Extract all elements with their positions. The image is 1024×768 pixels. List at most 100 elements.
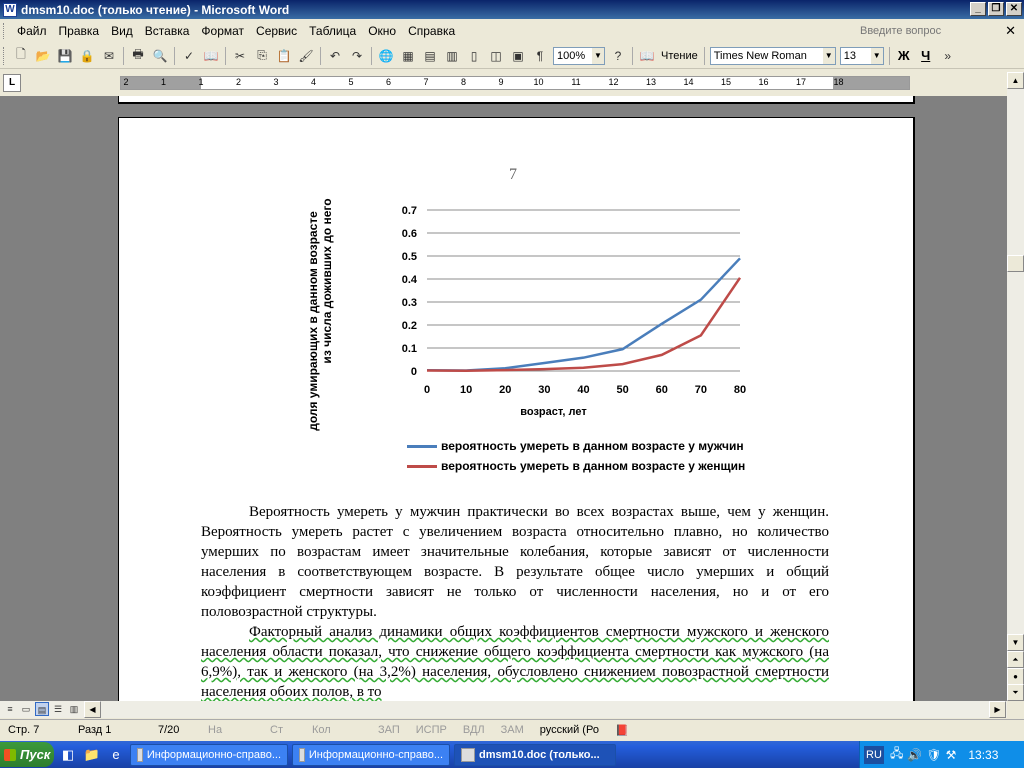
help-icon[interactable]: ? (608, 46, 628, 66)
menu-window[interactable]: Окно (362, 24, 402, 38)
status-ext[interactable]: ВДЛ (455, 724, 493, 736)
status-language[interactable]: русский (Ро (532, 724, 607, 736)
font-select[interactable]: Times New Roman ▼ (709, 46, 836, 65)
tray-app-icon[interactable]: ⚒ (946, 748, 957, 762)
show-formatting-icon[interactable]: ¶ (530, 46, 550, 66)
browse-object-icon[interactable]: ● (1007, 668, 1024, 685)
help-question-input[interactable]: Введите вопрос (856, 22, 996, 40)
format-painter-icon[interactable]: 🖌 (296, 46, 316, 66)
document-page[interactable]: 7 0 0.1 0.2 0.3 0.4 0.5 0.6 0.7 0 10 20 30 40 50 60 70 8… (118, 117, 915, 701)
menu-format[interactable]: Формат (195, 24, 250, 38)
outline-view-icon[interactable]: ☰ (51, 702, 65, 716)
columns-icon[interactable]: ▯ (464, 46, 484, 66)
document-map-icon[interactable]: ▣ (508, 46, 528, 66)
x-tick-label: 20 (499, 384, 511, 396)
maximize-button[interactable]: ❐ (988, 2, 1004, 16)
menu-table[interactable]: Таблица (303, 24, 362, 38)
start-button[interactable]: Пуск (0, 742, 54, 767)
vertical-scrollbar[interactable]: ▲ ▼ ⏶ ● ⏷ (1007, 72, 1024, 701)
scroll-up-icon[interactable]: ▲ (1007, 72, 1024, 89)
redo-icon[interactable]: ↷ (347, 46, 367, 66)
font-size-select[interactable]: 13 ▼ (839, 46, 884, 65)
undo-icon[interactable]: ↶ (325, 46, 345, 66)
menu-edit[interactable]: Правка (53, 24, 106, 38)
web-view-icon[interactable]: ▭ (19, 702, 33, 716)
reading-layout-icon[interactable]: 📖 (637, 46, 657, 66)
taskbar-item-2[interactable]: Информационно-справо... (292, 743, 450, 766)
scroll-left-icon[interactable]: ◀ (84, 701, 101, 718)
taskbar-item-word[interactable]: dmsm10.doc (только... (454, 743, 616, 766)
reading-button[interactable]: Чтение (658, 50, 701, 62)
app-icon (137, 747, 143, 762)
paragraph-2: Факторный анализ динамики общих коэффици… (201, 624, 829, 700)
y-tick-label: 0.5 (402, 251, 417, 263)
legend-label-women: вероятность умереть в данном возрасте у … (441, 459, 746, 473)
reading-view-icon[interactable]: ▥ (67, 702, 81, 716)
ruler-track[interactable]: 2 1 1 2 3 4 5 6 7 8 9 10 11 12 13 14 15 16 17 18 (120, 76, 910, 90)
horizontal-scrollbar[interactable]: ≡ ▭ ▤ ☰ ▥ ◀ ▶ (0, 701, 1007, 718)
chevron-down-icon: ▼ (822, 47, 835, 64)
minimize-button[interactable]: _ (970, 2, 986, 16)
save-icon[interactable]: 💾 (55, 46, 75, 66)
body-text[interactable]: Вероятность умереть у мужчин практически… (201, 502, 829, 701)
menu-help[interactable]: Справка (402, 24, 461, 38)
underline-button[interactable]: Ч (915, 48, 937, 63)
scroll-right-icon[interactable]: ▶ (989, 701, 1006, 718)
ruler-label: 1 (198, 77, 204, 87)
copy-icon[interactable]: ⎘ (252, 46, 272, 66)
scroll-down-icon[interactable]: ▼ (1007, 634, 1024, 651)
open-folder-icon[interactable]: 📂 (33, 46, 53, 66)
insert-excel-icon[interactable]: ▥ (442, 46, 462, 66)
menu-insert[interactable]: Вставка (139, 24, 196, 38)
insert-table-icon[interactable]: ▤ (420, 46, 440, 66)
vertical-scroll-thumb[interactable] (1007, 255, 1024, 272)
show-desktop-icon[interactable]: ◧ (58, 745, 78, 765)
print-layout-icon[interactable]: ▤ (35, 702, 49, 716)
spelling-status-icon[interactable]: 📕 (607, 724, 637, 737)
security-icon[interactable]: 🛡 (926, 748, 941, 762)
status-rec[interactable]: ЗАП (370, 724, 408, 736)
normal-view-icon[interactable]: ≡ (3, 702, 17, 716)
status-ovr[interactable]: ЗАМ (493, 724, 532, 736)
drawing-icon[interactable]: ◫ (486, 46, 506, 66)
print-icon[interactable]: 🖶 (128, 46, 148, 66)
new-document-icon[interactable]: 🗋 (11, 46, 31, 66)
cut-icon[interactable]: ✂ (230, 46, 250, 66)
menu-tools[interactable]: Сервис (250, 24, 303, 38)
email-icon[interactable]: ✉ (99, 46, 119, 66)
page-number: 7 (509, 166, 517, 183)
taskbar-item-1[interactable]: Информационно-справо... (130, 743, 288, 766)
menu-view[interactable]: Вид (105, 24, 139, 38)
volume-icon[interactable]: 🔊 (907, 748, 922, 762)
network-icon[interactable]: 🖧 (890, 744, 903, 765)
previous-page-icon[interactable]: ⏶ (1007, 651, 1024, 668)
language-indicator[interactable]: RU (864, 745, 884, 764)
tab-selector-button[interactable]: L (3, 74, 21, 92)
next-page-icon[interactable]: ⏷ (1007, 684, 1024, 701)
explorer-icon[interactable]: 📁 (82, 745, 102, 765)
status-trk[interactable]: ИСПР (408, 724, 455, 736)
internet-explorer-icon[interactable]: e (106, 745, 126, 765)
paste-icon[interactable]: 📋 (274, 46, 294, 66)
chart-legend: вероятность умереть в данном возрасте у … (407, 436, 745, 476)
start-label: Пуск (20, 747, 51, 762)
bold-button[interactable]: Ж (893, 48, 915, 63)
toolbar-options-icon[interactable]: » (938, 46, 958, 66)
spelling-icon[interactable]: ✓ (179, 46, 199, 66)
ruler-label: 17 (795, 77, 806, 87)
document-close-icon[interactable]: ✕ (1005, 23, 1016, 39)
title-bar: W dmsm10.doc (только чтение) - Microsoft… (0, 0, 1024, 19)
ruler-label: 7 (423, 77, 429, 87)
zoom-select[interactable]: 100% ▼ (553, 46, 605, 65)
menu-file[interactable]: Файл (11, 24, 53, 38)
y-tick-label: 0.2 (402, 320, 417, 332)
clock: 13:33 (968, 747, 999, 762)
hyperlink-icon[interactable]: 🌐 (376, 46, 396, 66)
mortality-chart: 0 0.1 0.2 0.3 0.4 0.5 0.6 0.7 0 10 20 30 40 50 60 70 80 в… (299, 198, 759, 441)
system-tray: RU 🖧 🔊 🛡 ⚒ 13:33 (859, 741, 1024, 768)
print-preview-icon[interactable]: 🔍 (150, 46, 170, 66)
permission-icon[interactable]: 🔒 (77, 46, 97, 66)
close-button[interactable]: ✕ (1006, 2, 1022, 16)
research-icon[interactable]: 📖 (201, 46, 221, 66)
tables-borders-icon[interactable]: ▦ (398, 46, 418, 66)
